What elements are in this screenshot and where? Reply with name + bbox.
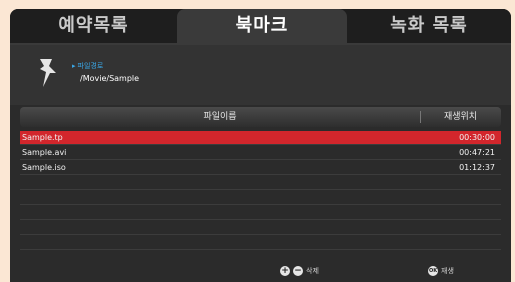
empty-row	[20, 206, 501, 220]
empty-row	[20, 236, 501, 250]
path-value: /Movie/Sample	[80, 74, 140, 83]
file-list: Sample.tp 00:30:00 Sample.avi 00:47:21 S…	[20, 131, 501, 251]
table-header: 파일이름 재생위치	[20, 107, 501, 127]
ok-button-icon: OK	[428, 266, 438, 276]
bullet-icon: ▸	[72, 62, 76, 70]
table-row[interactable]: Sample.tp 00:30:00	[20, 131, 501, 145]
file-name: Sample.iso	[22, 163, 66, 172]
tab-bookmark[interactable]: 북마크	[177, 9, 347, 45]
minus-icon: −	[293, 266, 303, 276]
plus-icon: +	[280, 266, 290, 276]
play-label: 재생	[441, 267, 454, 275]
play-button[interactable]: OK 재생	[428, 266, 454, 276]
bookmark-panel: 예약목록 북마크 녹화 목록 ▸ 파일경로 /Movie/Sample 파일이름 …	[10, 9, 511, 282]
empty-row	[20, 191, 501, 205]
tab-bar: 예약목록 북마크 녹화 목록	[10, 9, 511, 45]
tab-reservation-list[interactable]: 예약목록	[10, 9, 177, 45]
empty-row	[20, 176, 501, 190]
pin-icon	[40, 59, 56, 87]
play-position: 01:12:37	[459, 163, 495, 172]
header-play-position: 재생위치	[443, 112, 478, 122]
delete-button[interactable]: + − 삭제	[280, 266, 319, 276]
play-position: 00:47:21	[459, 148, 495, 157]
play-position: 00:30:00	[459, 133, 495, 142]
header-filename: 파일이름	[203, 112, 237, 122]
table-row[interactable]: Sample.avi 00:47:21	[20, 146, 501, 160]
path-label: ▸ 파일경로	[72, 62, 104, 70]
file-name: Sample.tp	[22, 133, 63, 142]
table-row[interactable]: Sample.iso 01:12:37	[20, 161, 501, 175]
delete-label: 삭제	[306, 267, 319, 275]
empty-row	[20, 221, 501, 235]
tab-recording-list[interactable]: 녹화 목록	[347, 9, 511, 45]
file-name: Sample.avi	[22, 148, 67, 157]
